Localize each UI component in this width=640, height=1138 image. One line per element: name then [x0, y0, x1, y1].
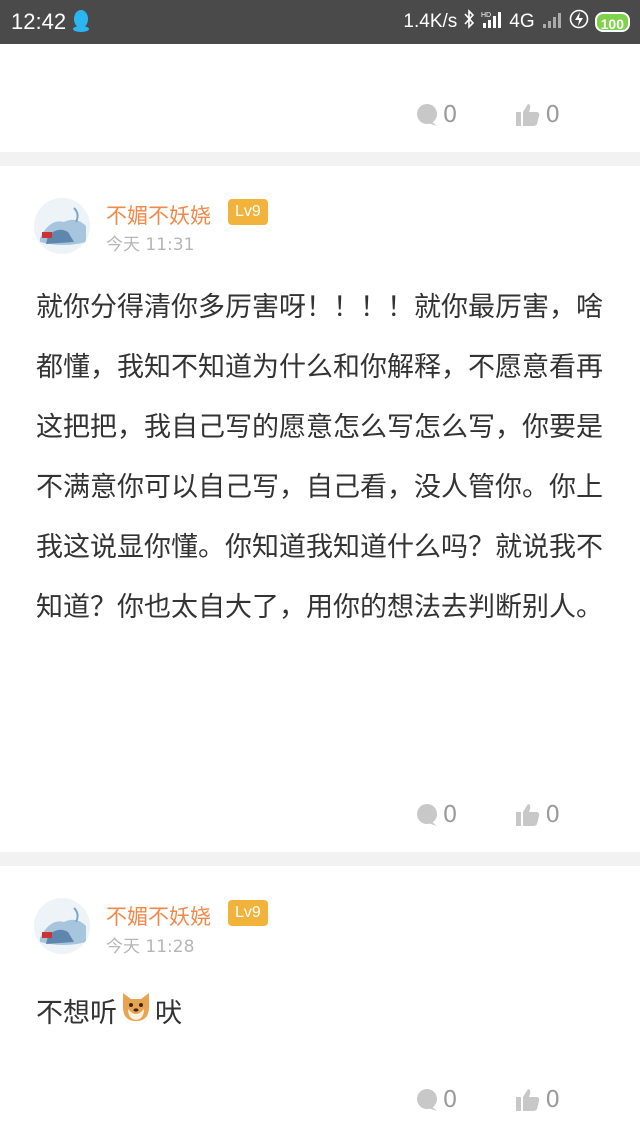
level-badge: Lv9 — [228, 199, 268, 225]
comment-time: 今天 11:28 — [106, 937, 195, 957]
username[interactable]: 不媚不妖娆 — [106, 200, 211, 230]
comment-item: 不媚不妖娆 Lv9 今天 11:31 就你分得清你多厉害呀！！！！就你最厉害，啥… — [0, 166, 640, 852]
network-type: 4G — [509, 11, 535, 32]
comment-button[interactable]: 0 — [415, 102, 458, 128]
comment-icon — [415, 803, 439, 827]
thumbs-up-icon — [515, 803, 541, 827]
signal-weak-icon — [541, 9, 563, 35]
like-count: 0 — [545, 802, 560, 828]
comment-text-before: 不想听 — [36, 998, 117, 1029]
previous-post-actions: 0 0 — [415, 100, 560, 130]
battery-indicator: 100 — [594, 12, 630, 32]
qq-icon — [72, 9, 90, 33]
charging-icon — [569, 9, 589, 35]
like-button[interactable]: 0 — [515, 1087, 560, 1113]
comment-content: 不想听 吠 — [36, 984, 608, 1045]
comment-actions: 0 0 — [415, 1085, 560, 1115]
comment-item: 不媚不妖娆 Lv9 今天 11:28 不想听 吠 0 0 — [0, 866, 640, 1138]
like-count: 0 — [545, 102, 560, 128]
avatar[interactable] — [34, 198, 90, 254]
comment-button[interactable]: 0 — [415, 802, 458, 828]
comment-count: 0 — [442, 102, 458, 128]
comment-actions: 0 0 — [415, 800, 560, 830]
status-bar: 12:42 1.4K/s HD 4G 100 — [0, 0, 640, 44]
level-badge: Lv9 — [228, 900, 268, 926]
dog-emoji-icon — [119, 985, 153, 1045]
network-speed: 1.4K/s — [403, 11, 458, 32]
like-button[interactable]: 0 — [515, 802, 560, 828]
like-button[interactable]: 0 — [515, 102, 560, 128]
username[interactable]: 不媚不妖娆 — [106, 901, 211, 931]
status-time: 12:42 — [11, 9, 67, 34]
comment-count: 0 — [442, 1087, 458, 1113]
thumbs-up-icon — [515, 1088, 541, 1112]
comment-text-after: 吠 — [155, 998, 182, 1029]
divider — [0, 152, 640, 166]
status-indicators: 1.4K/s HD 4G 100 — [403, 8, 630, 36]
comment-icon — [415, 1088, 439, 1112]
svg-text:HD: HD — [481, 12, 491, 19]
comment-content: 就你分得清你多厉害呀！！！！就你最厉害，啥都懂，我知不知道为什么和你解释，不愿意… — [36, 292, 603, 623]
signal-hd-icon: HD — [481, 9, 503, 35]
comment-icon — [415, 103, 439, 127]
comment-button[interactable]: 0 — [415, 1087, 458, 1113]
bluetooth-icon — [463, 9, 475, 35]
divider — [0, 852, 640, 866]
like-count: 0 — [545, 1087, 560, 1113]
comment-count: 0 — [442, 802, 458, 828]
avatar[interactable] — [34, 898, 90, 954]
comment-time: 今天 11:31 — [106, 235, 195, 255]
thumbs-up-icon — [515, 103, 541, 127]
